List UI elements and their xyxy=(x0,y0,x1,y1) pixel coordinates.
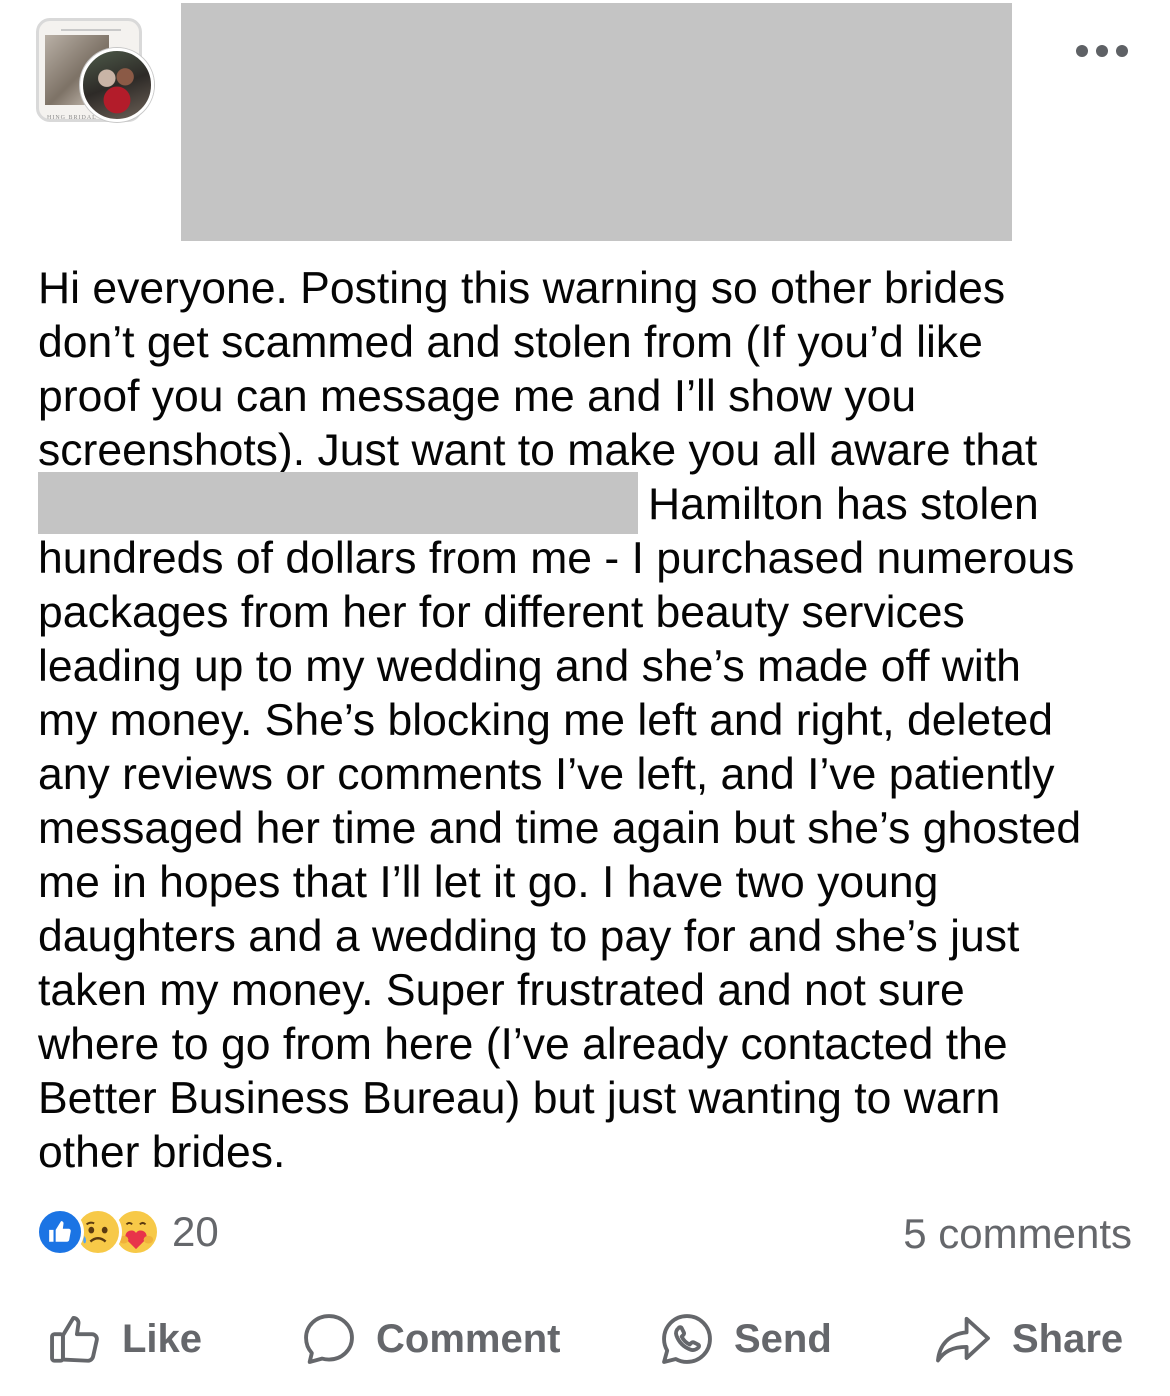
avatar-watermark: HING BRIDAL xyxy=(47,115,97,121)
reaction-count: 20 xyxy=(172,1208,219,1255)
whatsapp-icon xyxy=(662,1314,712,1364)
post-line: hundreds of dollars from me - I purchase… xyxy=(38,534,1075,583)
post-line: leading up to my wedding and she’s made … xyxy=(38,642,1021,691)
share-button[interactable]: Share xyxy=(932,1306,1123,1372)
post-line: other brides. xyxy=(38,1128,286,1177)
post-line: taken my money. Super frustrated and not… xyxy=(38,966,965,1015)
post-line: daughters and a wedding to pay for and s… xyxy=(38,912,1020,961)
post-line: don’t get scammed and stolen from (If yo… xyxy=(38,318,983,367)
comment-bubble-icon xyxy=(304,1314,354,1364)
like-label: Like xyxy=(122,1316,203,1361)
post-line: proof you can message me and I’ll show y… xyxy=(38,372,917,421)
comment-button[interactable]: Comment xyxy=(300,1306,560,1372)
thumbs-up-icon xyxy=(50,1316,99,1363)
post-action-bar: Like Comment Send Share xyxy=(0,1306,1170,1372)
watermark-line xyxy=(61,29,121,31)
post-line: Hi everyone. Posting this warning so oth… xyxy=(38,264,1006,313)
post-line: messaged her time and time again but she… xyxy=(38,804,1082,853)
post-line: Better Business Bureau) but just wanting… xyxy=(38,1074,1001,1123)
page-avatar[interactable]: HING BRIDAL xyxy=(36,18,160,130)
redacted-name xyxy=(38,472,638,534)
post-line: screenshots). Just want to make you all … xyxy=(38,426,1038,475)
share-label: Share xyxy=(1012,1316,1124,1361)
post-line: me in hopes that I’ll let it go. I have … xyxy=(38,858,939,907)
post-line: any reviews or comments I’ve left, and I… xyxy=(38,750,1055,799)
share-arrow-icon xyxy=(936,1316,990,1363)
send-label: Send xyxy=(734,1316,832,1361)
send-button[interactable]: Send xyxy=(658,1306,832,1372)
post-body: Hi everyone. Posting this warning so oth… xyxy=(38,262,1138,1180)
redacted-author-block xyxy=(181,3,1012,241)
like-button[interactable]: Like xyxy=(46,1306,202,1372)
post-line: my money. She’s blocking me left and rig… xyxy=(38,696,1053,745)
reactions-summary[interactable]: 20 xyxy=(36,1206,219,1258)
more-options-icon[interactable] xyxy=(1076,42,1130,60)
post-line: where to go from here (I’ve already cont… xyxy=(38,1020,1008,1069)
post-line-text: Hamilton has stolen xyxy=(648,480,1039,529)
user-avatar[interactable] xyxy=(80,48,154,122)
post-line-redacted: Hamilton has stolen xyxy=(38,472,1138,534)
comments-count-link[interactable]: 5 comments xyxy=(903,1210,1132,1258)
post-line: packages from her for different beauty s… xyxy=(38,588,965,637)
comment-label: Comment xyxy=(376,1316,561,1361)
like-reaction-icon xyxy=(36,1208,84,1256)
